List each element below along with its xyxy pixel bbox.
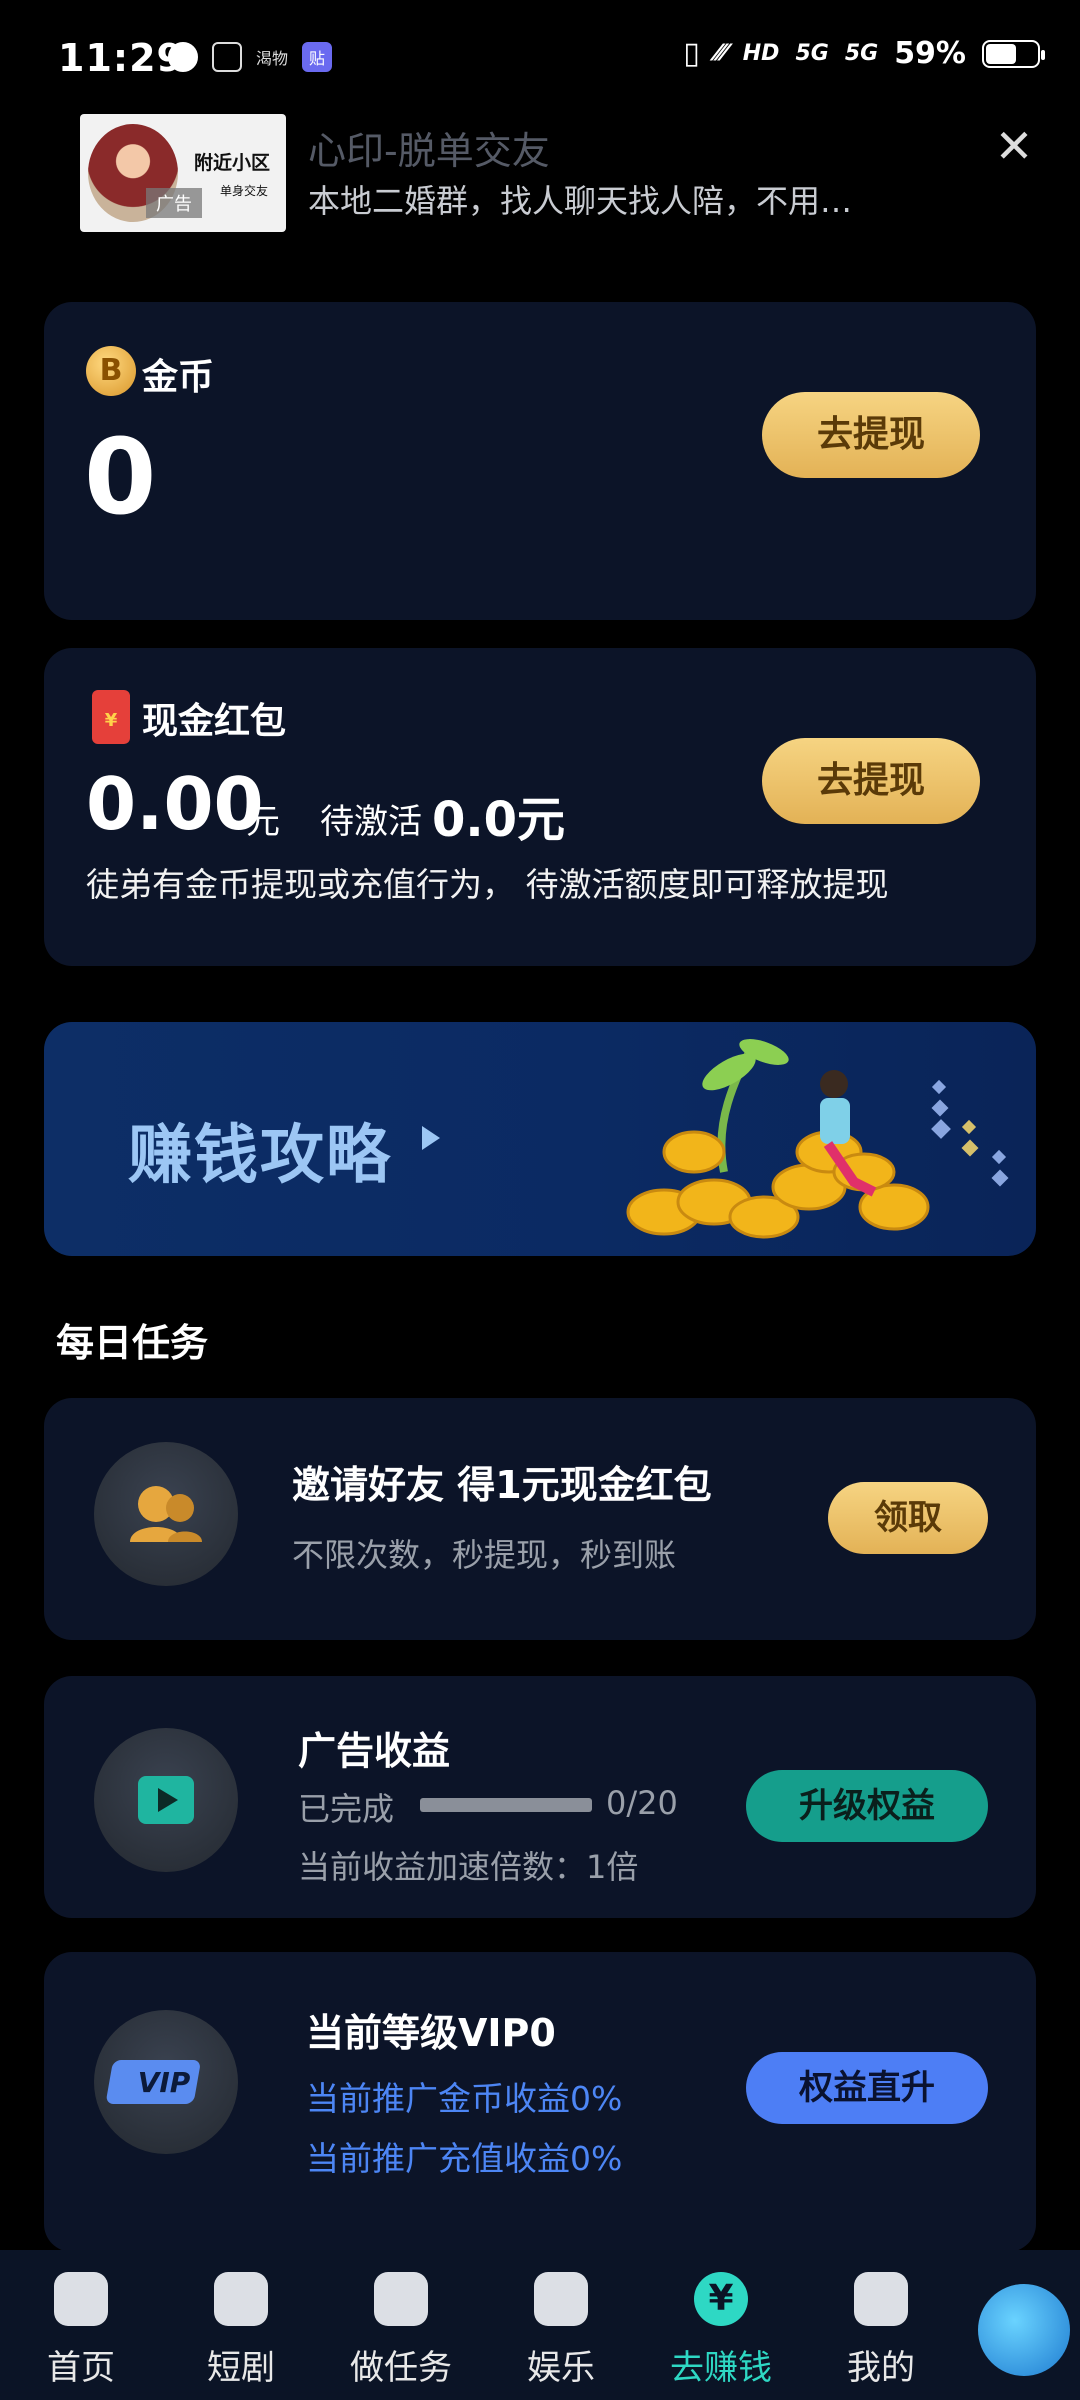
rights-upgrade-button[interactable]: 权益直升: [746, 2052, 988, 2124]
hd-label: HD: [742, 41, 780, 66]
coins-value: 0: [84, 416, 157, 538]
nav-tasks-label: 做任务: [350, 2348, 452, 2388]
cash-amount: 0.00: [86, 762, 264, 846]
nav-tasks[interactable]: 做任务: [326, 2272, 476, 2392]
vibrate-icon: ▯: [683, 36, 700, 71]
vip-coin-income: 当前推广金币收益0%: [306, 2079, 623, 2118]
ad-thumb-subtitle: 单身交友: [220, 184, 269, 198]
invite-task-subtitle: 不限次数，秒提现，秒到账: [292, 1536, 677, 1574]
ad-income-title: 广告收益: [298, 1729, 451, 1773]
cash-unit: 元: [246, 802, 280, 842]
vip-icon: VIP: [94, 2010, 238, 2154]
ad-tag: 广告: [146, 188, 202, 218]
upgrade-rights-button[interactable]: 升级权益: [746, 1770, 988, 1842]
bottom-nav: 首页 短剧 做任务 娱乐 ¥ 去赚钱 我的: [0, 2250, 1080, 2400]
nav-earn[interactable]: ¥ 去赚钱: [646, 2272, 796, 2392]
close-icon[interactable]: ✕: [984, 116, 1044, 176]
nav-earn-label: 去赚钱: [670, 2348, 772, 2388]
ad-banner[interactable]: 附近小区 单身交友 广告 心印-脱单交友 本地二婚群，找人聊天找人陪，不用… ✕: [80, 114, 1050, 234]
multiplier-text: 当前收益加速倍数：1倍: [298, 1848, 639, 1886]
document-icon: [212, 42, 242, 72]
vip-icon-text: VIP: [138, 2066, 191, 2099]
coin-icon: B: [86, 346, 136, 396]
app-badge-icon: 贴: [302, 42, 333, 72]
ad-thumbnail[interactable]: 附近小区 单身交友 广告: [80, 114, 286, 232]
claim-button[interactable]: 领取: [828, 1482, 988, 1554]
nav-profile-label: 我的: [847, 2348, 915, 2388]
status-bar: 11:29 渴物 贴 ▯ ⁄⁄⁄ HD 5G 5G 59%: [0, 0, 1080, 120]
nav-short-drama[interactable]: 短剧: [166, 2272, 316, 2392]
status-right: ▯ ⁄⁄⁄ HD 5G 5G 59%: [683, 36, 1045, 71]
task-chat-icon: [374, 2272, 428, 2326]
daily-tasks-title: 每日任务: [56, 1321, 209, 1365]
status-left-icons: 渴物 贴: [168, 42, 333, 72]
vip-card: VIP 当前等级VIP0 当前推广金币收益0% 当前推广充值收益0% 权益直升: [44, 1952, 1036, 2252]
coins-withdraw-button[interactable]: 去提现: [762, 392, 980, 478]
cash-label: 现金红包: [142, 701, 287, 742]
progress-value: 0/20: [606, 1784, 678, 1822]
ad-description[interactable]: 本地二婚群，找人聊天找人陪，不用…: [308, 176, 852, 222]
play-video-icon: [94, 1728, 238, 1872]
yuan-icon: ¥: [694, 2272, 748, 2326]
cash-card: 现金红包 0.00 元 待激活 0.0元 徒弟有金币提现或充值行为， 待激活额度…: [44, 648, 1036, 966]
signal-label-2: 5G: [844, 41, 879, 66]
pending-label: 待激活: [320, 802, 422, 842]
floating-assistant-icon[interactable]: [978, 2284, 1070, 2376]
coins-card: B 金币 0 去提现: [44, 302, 1036, 620]
nav-entertainment-label: 娱乐: [527, 2348, 595, 2388]
app-text-icon: 渴物: [256, 49, 289, 68]
battery-icon: [982, 39, 1045, 68]
clapperboard-icon: [214, 2272, 268, 2326]
invite-friends-icon: [94, 1442, 238, 1586]
nav-profile[interactable]: 我的: [806, 2272, 956, 2392]
vip-title: 当前等级VIP0: [306, 2011, 556, 2055]
red-packet-icon: [92, 690, 130, 744]
progress-label: 已完成: [298, 1790, 395, 1828]
cash-withdraw-button[interactable]: 去提现: [762, 738, 980, 824]
network-speed-icon: ⁄⁄⁄: [715, 41, 727, 66]
entertainment-icon: [534, 2272, 588, 2326]
battery-percent: 59%: [894, 36, 966, 71]
status-time: 11:29: [58, 36, 184, 80]
home-icon: [54, 2272, 108, 2326]
profile-icon: [854, 2272, 908, 2326]
nav-short-drama-label: 短剧: [207, 2348, 275, 2388]
banner-arrow-icon: [422, 1126, 440, 1150]
ad-income-card: 广告收益 已完成 0/20 当前收益加速倍数：1倍 升级权益: [44, 1676, 1036, 1918]
banner-text: 赚钱攻略: [128, 1119, 392, 1193]
signal-label-1: 5G: [795, 41, 829, 66]
ad-thumb-title: 附近小区: [194, 152, 271, 174]
vip-recharge-income: 当前推广充值收益0%: [306, 2139, 623, 2178]
invite-task-card: 邀请好友 得1元现金红包 不限次数，秒提现，秒到账 领取: [44, 1398, 1036, 1640]
banner-illustration: [626, 1039, 1009, 1239]
nav-home-label: 首页: [47, 2348, 115, 2388]
nav-home[interactable]: 首页: [6, 2272, 156, 2392]
ad-title[interactable]: 心印-脱单交友: [308, 120, 550, 175]
money-guide-banner[interactable]: 赚钱攻略: [44, 1022, 1036, 1256]
cash-note: 徒弟有金币提现或充值行为， 待激活额度即可释放提现: [86, 865, 889, 904]
invite-task-title: 邀请好友 得1元现金红包: [292, 1463, 712, 1507]
nav-entertainment[interactable]: 娱乐: [486, 2272, 636, 2392]
coins-label: 金币: [142, 357, 215, 398]
wechat-icon: [168, 42, 198, 72]
pending-value: 0.0元: [432, 792, 566, 848]
progress-bar: [420, 1798, 592, 1812]
